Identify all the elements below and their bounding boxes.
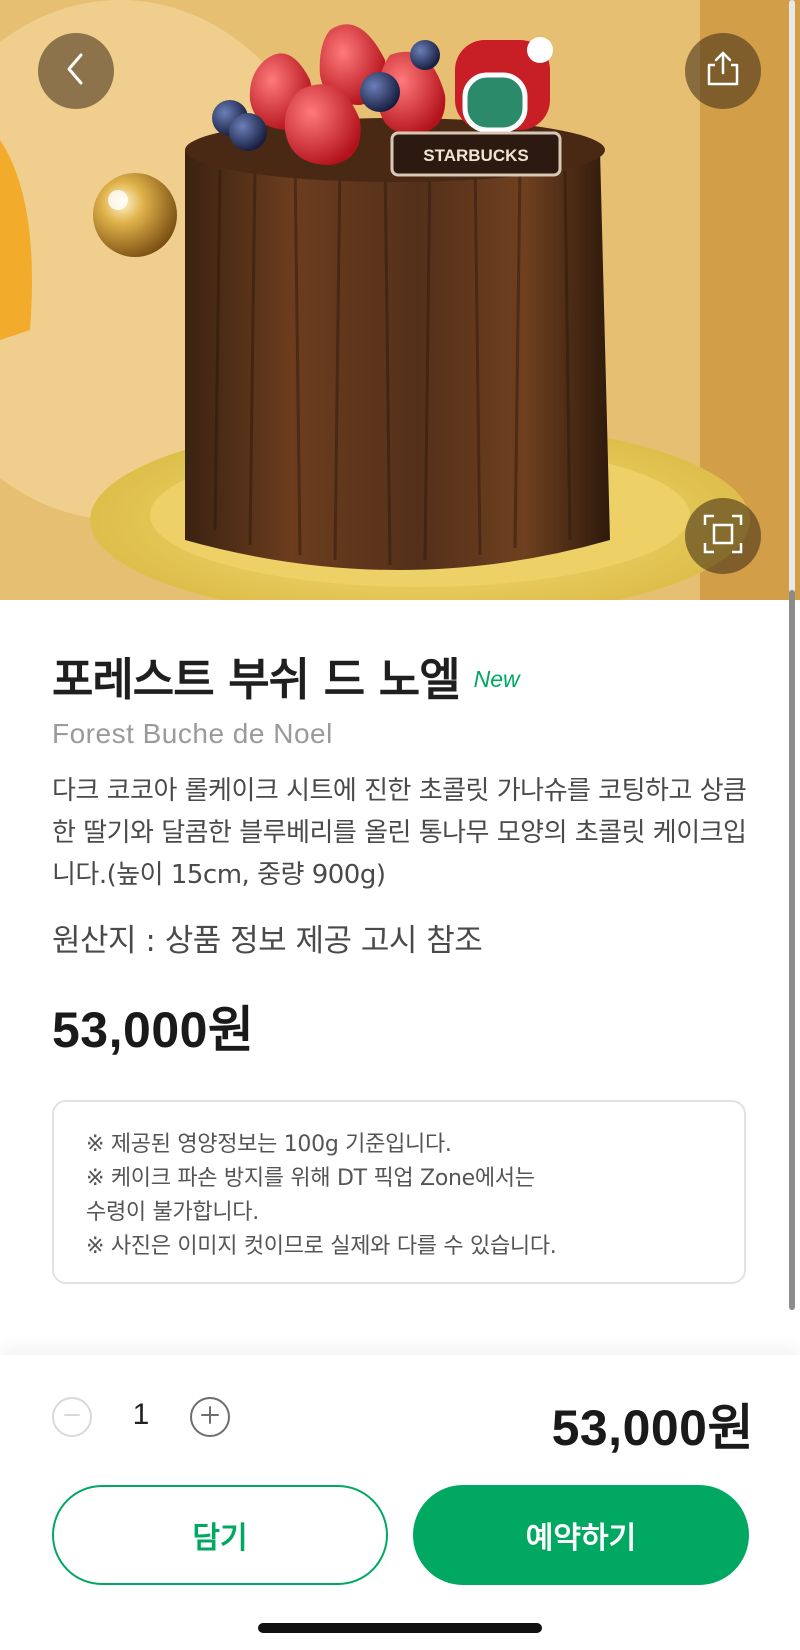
notice-line: 수령이 불가합니다. [86,1200,259,1225]
share-icon [703,49,743,93]
product-origin: 원산지 : 상품 정보 제공 고시 참조 [52,923,483,959]
product-description: 다크 코코아 롤케이크 시트에 진한 초콜릿 가나슈를 코팅하고 상큼한 딸기와… [52,776,747,890]
add-to-cart-button[interactable]: 담기 [52,1485,388,1585]
fullscreen-button[interactable] [685,498,761,574]
product-image: STARBUCKS [0,0,800,600]
quantity-value: 1 [132,1398,150,1431]
new-badge: New [473,666,520,692]
plus-icon [199,1404,221,1430]
notice-line: ※ 사진은 이미지 컷이므로 실제와 다를 수 있습니다. [86,1234,557,1259]
home-indicator[interactable] [258,1623,542,1633]
total-price: 53,000원 [551,1400,754,1456]
reserve-button[interactable]: 예약하기 [413,1485,749,1585]
chevron-left-icon [61,49,91,93]
notice-box: ※ 제공된 영양정보는 100g 기준입니다. ※ 케이크 파손 방지를 위해 … [52,1100,746,1284]
quantity-decrease-button[interactable] [52,1397,92,1437]
scrollbar-track[interactable] [789,0,795,1310]
reserve-label: 예약하기 [525,1521,637,1556]
back-button[interactable] [38,33,114,109]
share-button[interactable] [685,33,761,109]
product-price: 53,000원 [52,1002,255,1058]
product-name-english: Forest Buche de Noel [52,718,333,749]
notice-line: ※ 제공된 영양정보는 100g 기준입니다. [86,1132,452,1157]
product-name: 포레스트 부쉬 드 노엘 [52,653,461,706]
minus-icon [62,1405,82,1429]
cake-illustration: STARBUCKS [0,0,800,600]
notice-line: ※ 케이크 파손 방지를 위해 DT 픽업 Zone에서는 [86,1166,535,1191]
add-to-cart-label: 담기 [192,1521,248,1556]
quantity-increase-button[interactable] [190,1397,230,1437]
cake-plaque-text: STARBUCKS [423,146,528,165]
fullscreen-icon [702,513,744,559]
scrollbar-thumb[interactable] [789,590,795,1310]
product-title-row: 포레스트 부쉬 드 노엘 New [52,648,520,712]
